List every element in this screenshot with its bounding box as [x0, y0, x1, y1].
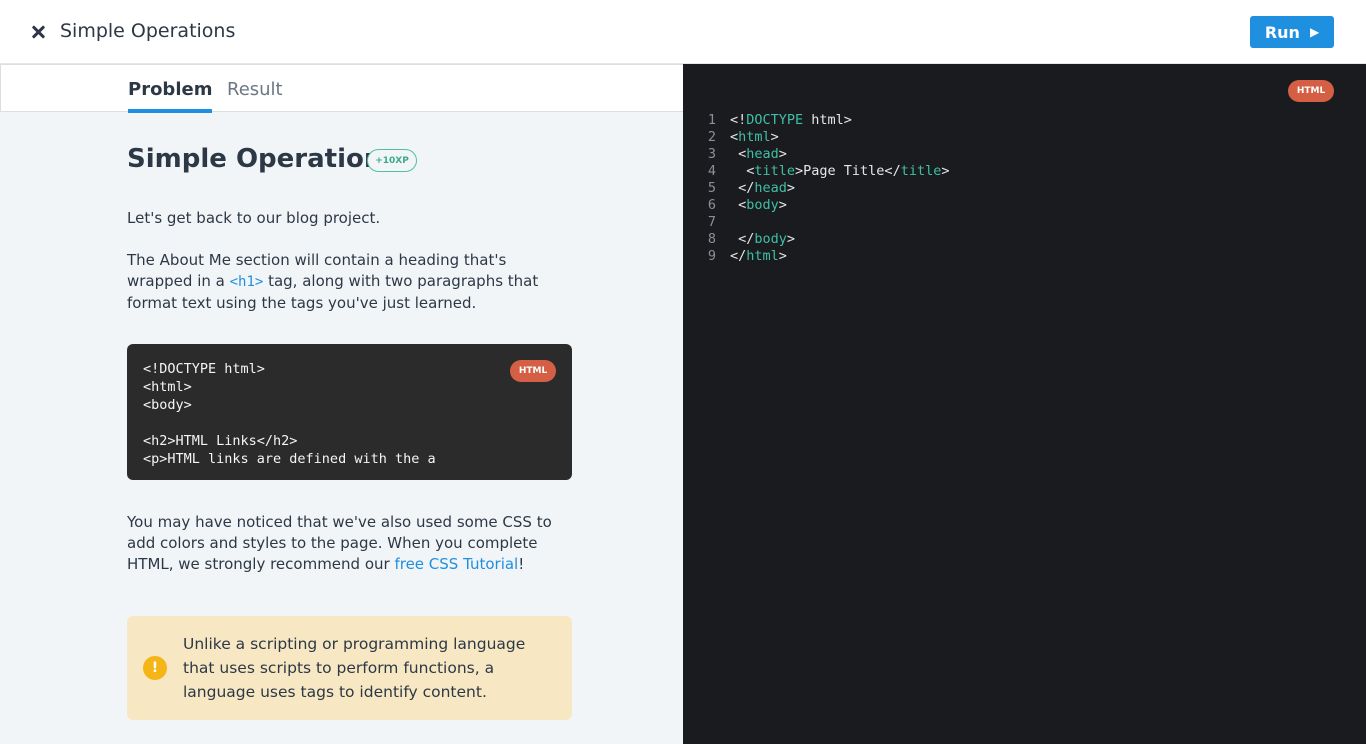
code-line[interactable]: 9 </html>: [683, 248, 1366, 265]
code-line[interactable]: 6 <body>: [683, 197, 1366, 214]
line-number: 7: [707, 214, 716, 230]
code-editor[interactable]: HTML 1 <!DOCTYPE html> 2 <html> 3 <head> 4 <t…: [683, 64, 1366, 744]
line-content: </head>: [730, 180, 796, 196]
line-content: </html>: [730, 248, 787, 264]
line-number: 6: [707, 197, 716, 213]
line-content: <html>: [730, 129, 779, 145]
code-language-badge: HTML: [510, 360, 556, 382]
line-number: 4: [707, 163, 716, 179]
run-button[interactable]: Run ▶: [1250, 16, 1334, 48]
code-line[interactable]: 5 </head>: [683, 180, 1366, 197]
code-line[interactable]: 2 <html>: [683, 129, 1366, 146]
line-content: <head>: [730, 146, 787, 162]
line-content: <body>: [730, 197, 787, 213]
h1-code: <h1>: [229, 274, 264, 290]
intro-paragraph: Let's get back to our blog project.: [127, 209, 381, 227]
play-icon: ▶: [1309, 25, 1320, 39]
top-bar: Simple Operations Run ▶: [0, 0, 1366, 64]
run-button-label: Run: [1264, 22, 1300, 42]
line-number: 3: [707, 146, 716, 162]
lesson-panel: Problem Result Simple Operations +10XP L…: [0, 64, 683, 744]
line-number: 1: [707, 112, 716, 128]
lesson-title: Simple Operations: [127, 144, 398, 174]
editor-lines[interactable]: 1 <!DOCTYPE html> 2 <html> 3 <head> 4 <title>…: [683, 112, 1366, 265]
code-line[interactable]: 8 </body>: [683, 231, 1366, 248]
code-line[interactable]: 4 <title>Page Title</title>: [683, 163, 1366, 180]
line-number: 9: [707, 248, 716, 264]
warning-icon: !: [143, 656, 167, 680]
tab-bar: Problem Result: [0, 64, 683, 113]
code-line[interactable]: 7: [683, 214, 1366, 231]
line-number: 5: [707, 180, 716, 196]
code-sample-text: <!DOCTYPE html> <html> <body> <h2>HTML L…: [143, 361, 436, 467]
page-title: Simple Operations: [60, 20, 236, 42]
editor-language-badge: HTML: [1288, 80, 1334, 102]
css-tutorial-link[interactable]: free CSS Tutorial: [394, 555, 518, 573]
tab-result[interactable]: Result: [227, 79, 283, 113]
note-text: Unlike a scripting or programming langua…: [183, 635, 526, 701]
about-paragraph: The About Me section will contain a head…: [127, 250, 572, 314]
code-line[interactable]: 3 <head>: [683, 146, 1366, 163]
css-paragraph: You may have noticed that we've also use…: [127, 512, 572, 575]
line-content: </body>: [730, 231, 796, 247]
css-text-2: !: [518, 555, 525, 573]
close-icon[interactable]: [28, 22, 48, 42]
note-box: ! Unlike a scripting or programming lang…: [127, 616, 572, 720]
line-number: 8: [707, 231, 716, 247]
code-sample: <!DOCTYPE html> <html> <body> <h2>HTML L…: [127, 344, 572, 480]
line-content: <title>Page Title</title>: [730, 163, 950, 179]
xp-badge: +10XP: [367, 149, 417, 172]
line-content: <!DOCTYPE html>: [730, 112, 852, 128]
tab-problem[interactable]: Problem: [128, 79, 213, 113]
code-line[interactable]: 1 <!DOCTYPE html>: [683, 112, 1366, 129]
line-number: 2: [707, 129, 716, 145]
line-content: [716, 214, 730, 231]
